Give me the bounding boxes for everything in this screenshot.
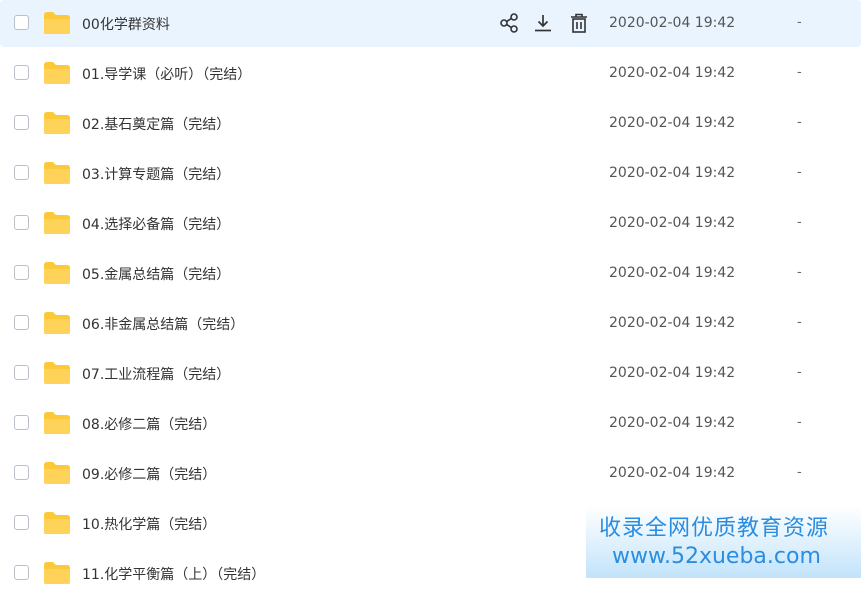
folder-icon[interactable] [43,261,71,285]
folder-icon[interactable] [43,561,71,585]
row-checkbox[interactable] [14,365,29,380]
file-name[interactable]: 03.计算专题篇（完结） [82,164,230,184]
modified-date: 2020-02-04 19:42 [609,465,736,481]
file-name[interactable]: 04.选择必备篇（完结） [82,214,230,234]
file-size: - [797,415,802,430]
folder-icon[interactable] [43,211,71,235]
folder-icon[interactable] [43,11,71,35]
modified-date: 2020-02-04 19:42 [609,265,736,281]
folder-icon[interactable] [43,511,71,535]
file-name[interactable]: 05.金属总结篇（完结） [82,264,230,284]
folder-icon[interactable] [43,61,71,85]
file-size: - [797,365,802,380]
modified-date: 2020-02-04 19:42 [609,165,736,181]
file-size: - [797,265,802,280]
file-size: - [797,65,802,80]
row-checkbox[interactable] [14,465,29,480]
watermark-overlay: 收录全网优质教育资源 www.52xueba.com [586,506,861,578]
modified-date: 2020-02-04 19:42 [609,415,736,431]
file-name[interactable]: 11.化学平衡篇（上）（完结） [82,564,265,584]
folder-icon[interactable] [43,111,71,135]
file-row[interactable]: 03.计算专题篇（完结） 2020-02-04 19:42 - [0,150,861,197]
watermark-url: www.52xueba.com [612,544,821,569]
file-size: - [797,215,802,230]
file-size: - [797,315,802,330]
folder-icon[interactable] [43,361,71,385]
row-checkbox[interactable] [14,265,29,280]
modified-date: 2020-02-04 19:42 [609,115,736,131]
row-checkbox[interactable] [14,115,29,130]
file-name[interactable]: 10.热化学篇（完结） [82,514,216,534]
file-row[interactable]: 02.基石奠定篇（完结） 2020-02-04 19:42 - [0,100,861,147]
download-icon[interactable] [532,12,554,34]
row-checkbox[interactable] [14,65,29,80]
file-row[interactable]: 08.必修二篇（完结） 2020-02-04 19:42 - [0,400,861,447]
modified-date: 2020-02-04 19:42 [609,365,736,381]
folder-icon[interactable] [43,461,71,485]
row-checkbox[interactable] [14,165,29,180]
row-checkbox[interactable] [14,315,29,330]
file-name[interactable]: 09.必修二篇（完结） [82,464,216,484]
file-row[interactable]: 01.导学课（必听）（完结） 2020-02-04 19:42 - [0,50,861,97]
file-size: - [797,115,802,130]
file-row[interactable]: 04.选择必备篇（完结） 2020-02-04 19:42 - [0,200,861,247]
file-row[interactable]: 05.金属总结篇（完结） 2020-02-04 19:42 - [0,250,861,297]
folder-icon[interactable] [43,161,71,185]
file-row[interactable]: 07.工业流程篇（完结） 2020-02-04 19:42 - [0,350,861,397]
file-name[interactable]: 06.非金属总结篇（完结） [82,314,244,334]
modified-date: 2020-02-04 19:42 [609,65,736,81]
file-name[interactable]: 02.基石奠定篇（完结） [82,114,230,134]
modified-date: 2020-02-04 19:42 [609,215,736,231]
delete-icon[interactable] [568,12,590,34]
file-row[interactable]: 09.必修二篇（完结） 2020-02-04 19:42 - [0,450,861,497]
share-icon[interactable] [498,12,520,34]
folder-icon[interactable] [43,311,71,335]
row-checkbox[interactable] [14,215,29,230]
row-checkbox[interactable] [14,15,29,30]
watermark-slogan: 收录全网优质教育资源 [599,516,830,541]
file-size: - [797,165,802,180]
file-name[interactable]: 07.工业流程篇（完结） [82,364,230,384]
folder-icon[interactable] [43,411,71,435]
file-size: - [797,15,802,30]
file-name[interactable]: 01.导学课（必听）（完结） [82,64,251,84]
row-checkbox[interactable] [14,515,29,530]
modified-date: 2020-02-04 19:42 [609,315,736,331]
file-size: - [797,465,802,480]
file-row[interactable]: 00化学群资料 2020-02-04 19:42 - [0,0,861,47]
file-row[interactable]: 06.非金属总结篇（完结） 2020-02-04 19:42 - [0,300,861,347]
modified-date: 2020-02-04 19:42 [609,15,736,31]
file-name[interactable]: 00化学群资料 [82,14,170,34]
row-checkbox[interactable] [14,415,29,430]
file-name[interactable]: 08.必修二篇（完结） [82,414,216,434]
